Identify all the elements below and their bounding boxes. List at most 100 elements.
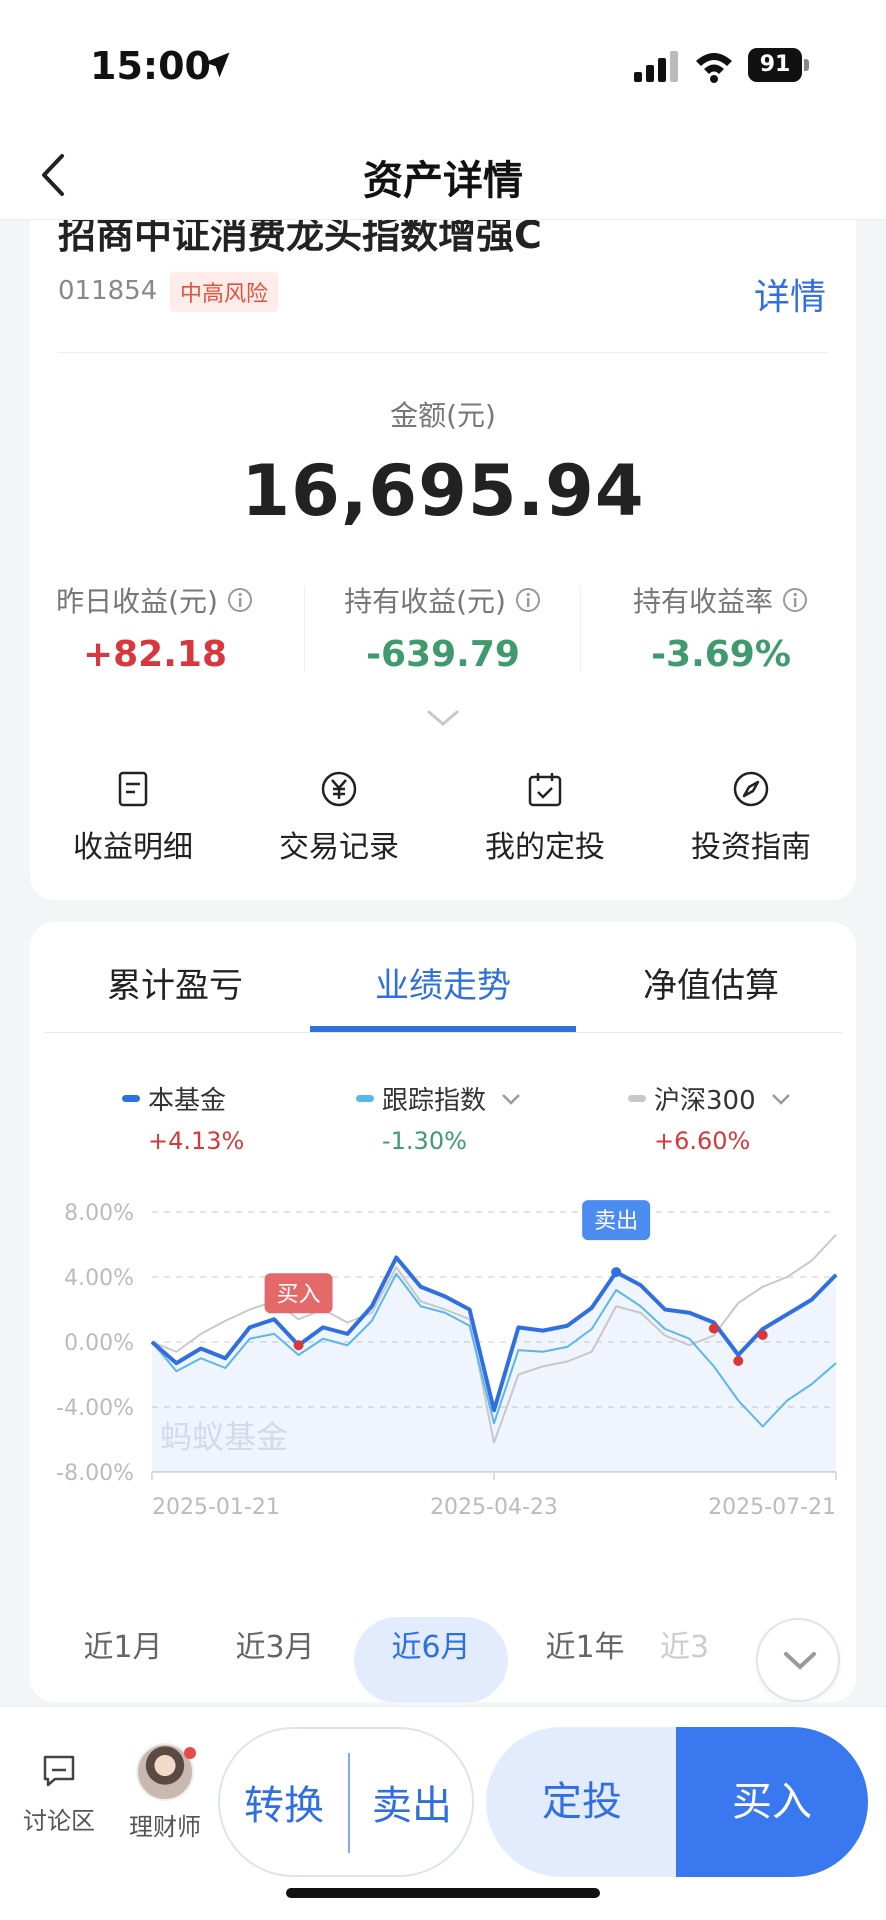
avatar bbox=[136, 1743, 196, 1801]
series-point-1 bbox=[224, 1367, 226, 1369]
wifi-icon bbox=[696, 53, 732, 83]
tab-nav-estimate[interactable]: 净值估算 bbox=[576, 958, 846, 1007]
compass-icon bbox=[733, 771, 769, 807]
series-point-1 bbox=[566, 1346, 568, 1348]
series-point-0 bbox=[395, 1257, 397, 1258]
series-point-0 bbox=[517, 1326, 519, 1328]
legend-value: +4.13% bbox=[148, 1127, 245, 1155]
legend-csi300[interactable]: 沪深300 +6.60% bbox=[628, 1080, 792, 1155]
series-point-2 bbox=[811, 1260, 813, 1262]
series-point-2 bbox=[200, 1333, 202, 1335]
series-point-2 bbox=[713, 1335, 715, 1336]
buy-button[interactable]: 买入 bbox=[676, 1727, 868, 1877]
series-point-2 bbox=[493, 1442, 495, 1444]
series-point-0 bbox=[688, 1312, 690, 1314]
convert-button[interactable]: 转换 bbox=[220, 1773, 348, 1831]
sell-marker-dot bbox=[611, 1267, 622, 1278]
period-1m[interactable]: 近1月 bbox=[58, 1622, 188, 1666]
amount-label: 金额(元) bbox=[390, 399, 496, 432]
series-point-1 bbox=[273, 1333, 275, 1335]
trade-dot bbox=[733, 1356, 744, 1366]
period-3m[interactable]: 近3月 bbox=[210, 1622, 340, 1666]
period-6m[interactable]: 近6月 bbox=[366, 1622, 496, 1666]
auto-invest-button[interactable]: 定投 bbox=[486, 1727, 678, 1877]
notification-dot bbox=[184, 1747, 196, 1759]
series-point-1 bbox=[420, 1305, 422, 1307]
series-point-2 bbox=[249, 1309, 251, 1310]
series-point-2 bbox=[566, 1361, 568, 1362]
page-title: 资产详情 bbox=[363, 158, 523, 204]
yesterday-earnings: 昨日收益(元) +82.18 bbox=[30, 580, 280, 675]
active-tab-indicator bbox=[310, 1026, 576, 1032]
y-tick-label: 4.00% bbox=[64, 1266, 134, 1291]
sell-button[interactable]: 卖出 bbox=[348, 1773, 476, 1831]
series-point-0 bbox=[151, 1341, 153, 1343]
stat-label: 持有收益率 bbox=[632, 585, 773, 618]
stat-value: +82.18 bbox=[82, 634, 228, 675]
stat-label: 持有收益(元) bbox=[344, 585, 506, 618]
chevron-down-icon bbox=[771, 1093, 790, 1105]
info-icon[interactable] bbox=[514, 586, 542, 614]
series-point-0 bbox=[786, 1313, 788, 1315]
series-point-1 bbox=[493, 1422, 495, 1424]
series-point-2 bbox=[224, 1320, 226, 1322]
info-icon[interactable] bbox=[226, 586, 254, 614]
y-tick-label: 0.00% bbox=[64, 1331, 134, 1356]
series-point-1 bbox=[175, 1370, 177, 1372]
home-indicator bbox=[286, 1888, 600, 1898]
x-tick-label: 2025-01-21 bbox=[152, 1495, 280, 1520]
performance-chart[interactable]: 8.00% 4.00% 0.00% -4.00% -8.00% 2025-01-21 202… bbox=[30, 1172, 856, 1532]
series-point-2 bbox=[420, 1300, 422, 1302]
battery-level: 91 bbox=[748, 48, 802, 82]
series-point-2 bbox=[395, 1266, 397, 1268]
series-point-1 bbox=[249, 1338, 251, 1340]
advisor-label: 理财师 bbox=[129, 1813, 201, 1841]
series-point-2 bbox=[688, 1344, 690, 1346]
series-point-0 bbox=[542, 1330, 544, 1332]
series-point-0 bbox=[469, 1309, 471, 1310]
quick-trade-records[interactable]: 交易记录 bbox=[236, 770, 442, 866]
quick-action-label: 收益明细 bbox=[73, 830, 193, 865]
info-icon[interactable] bbox=[781, 586, 809, 614]
series-point-1 bbox=[371, 1320, 373, 1322]
quick-earnings-detail[interactable]: 收益明细 bbox=[30, 770, 236, 866]
period-1y[interactable]: 近1年 bbox=[520, 1622, 650, 1666]
advisor-button[interactable]: 理财师 bbox=[110, 1743, 220, 1842]
legend-value: -1.30% bbox=[382, 1127, 467, 1155]
cellular-signal-icon bbox=[634, 51, 678, 82]
period-3y[interactable]: 近3 bbox=[660, 1622, 720, 1666]
yen-icon bbox=[321, 771, 357, 807]
quick-invest-guide[interactable]: 投资指南 bbox=[648, 770, 854, 866]
series-point-2 bbox=[444, 1309, 446, 1310]
chevron-down-icon bbox=[784, 1652, 816, 1670]
series-point-1 bbox=[517, 1349, 519, 1351]
discussion-button[interactable]: 讨论区 bbox=[4, 1743, 114, 1836]
series-point-2 bbox=[664, 1335, 666, 1336]
discussion-label: 讨论区 bbox=[23, 1807, 95, 1835]
legend-tracking-index[interactable]: 跟踪指数 -1.30% bbox=[356, 1080, 522, 1155]
holding-return-rate: 持有收益率 -3.69% bbox=[596, 580, 846, 675]
more-periods-button[interactable] bbox=[756, 1618, 840, 1702]
series-point-1 bbox=[322, 1338, 324, 1340]
trade-dot bbox=[708, 1323, 719, 1334]
series-point-0 bbox=[664, 1309, 666, 1310]
series-point-0 bbox=[737, 1354, 739, 1356]
calendar-icon bbox=[528, 773, 562, 807]
series-point-0 bbox=[273, 1318, 275, 1320]
holding-earnings: 持有收益(元) -639.79 bbox=[318, 580, 568, 675]
expand-chevron-icon[interactable] bbox=[426, 708, 460, 728]
series-point-2 bbox=[835, 1234, 837, 1236]
series-point-2 bbox=[175, 1351, 177, 1353]
legend-label: 本基金 bbox=[148, 1086, 227, 1116]
series-point-1 bbox=[200, 1357, 202, 1359]
series-point-1 bbox=[786, 1400, 788, 1401]
series-point-2 bbox=[640, 1312, 642, 1314]
quick-my-plan[interactable]: 我的定投 bbox=[442, 770, 648, 866]
series-point-1 bbox=[664, 1328, 666, 1330]
tab-cumulative-pnl[interactable]: 累计盈亏 bbox=[40, 958, 310, 1007]
series-point-0 bbox=[224, 1357, 226, 1359]
series-point-0 bbox=[249, 1326, 251, 1328]
tab-performance-trend[interactable]: 业绩走势 bbox=[308, 958, 578, 1007]
fund-detail-link[interactable]: 详情 bbox=[754, 268, 826, 320]
fund-code: 011854 bbox=[58, 276, 158, 306]
